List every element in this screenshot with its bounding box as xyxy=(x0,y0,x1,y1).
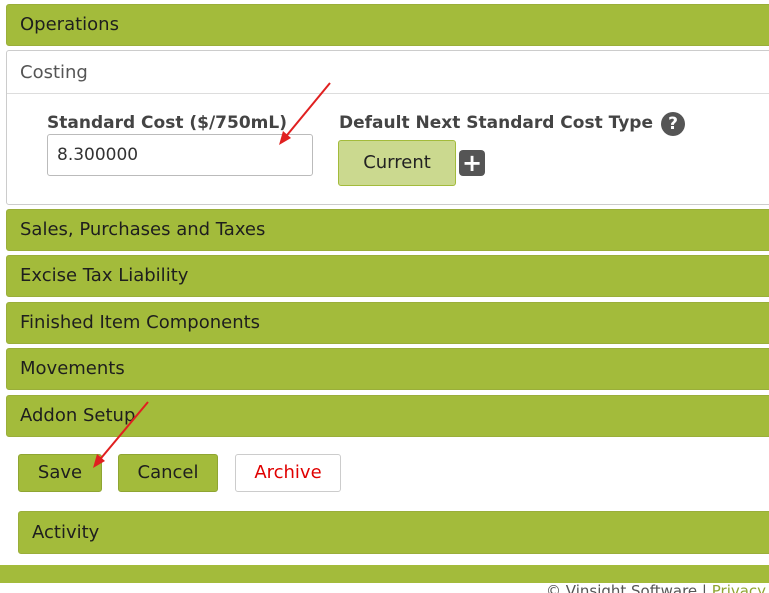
panel-finished-label: Finished Item Components xyxy=(20,312,261,333)
save-button[interactable]: Save xyxy=(18,454,102,492)
footer-copyright: © Vinsight Software | xyxy=(546,582,712,593)
panel-operations[interactable]: Operations xyxy=(6,4,769,46)
footer: © Vinsight Software | Privacy S xyxy=(546,582,769,593)
panel-addon-label: Addon Setup xyxy=(20,405,136,426)
panel-finished-item-components[interactable]: Finished Item Components xyxy=(6,302,769,344)
standard-cost-input[interactable] xyxy=(47,134,313,176)
standard-cost-label: Standard Cost ($/750mL) xyxy=(47,113,287,133)
panel-sales-label: Sales, Purchases and Taxes xyxy=(20,219,266,240)
panel-addon-setup[interactable]: Addon Setup xyxy=(6,395,769,437)
footer-bar xyxy=(0,565,769,583)
panel-excise-tax[interactable]: Excise Tax Liability xyxy=(6,255,769,297)
panel-excise-label: Excise Tax Liability xyxy=(20,265,189,286)
privacy-link[interactable]: Privacy S xyxy=(712,582,769,593)
panel-operations-label: Operations xyxy=(20,14,119,35)
panel-activity[interactable]: Activity xyxy=(18,511,769,554)
panel-sales-purchases-taxes[interactable]: Sales, Purchases and Taxes xyxy=(6,209,769,251)
current-cost-type-button[interactable]: Current xyxy=(338,140,456,186)
cancel-button[interactable]: Cancel xyxy=(118,454,218,492)
archive-button[interactable]: Archive xyxy=(235,454,341,492)
panel-movements[interactable]: Movements xyxy=(6,348,769,390)
panel-costing: Costing Standard Cost ($/750mL) Default … xyxy=(6,50,769,205)
plus-square-icon[interactable]: + xyxy=(459,150,485,176)
panel-activity-label: Activity xyxy=(32,522,100,543)
next-cost-type-label: Default Next Standard Cost Type xyxy=(339,113,653,133)
question-circle-icon[interactable]: ? xyxy=(661,112,685,136)
panel-movements-label: Movements xyxy=(20,358,125,379)
panel-costing-label: Costing xyxy=(20,62,88,83)
panel-costing-header[interactable]: Costing xyxy=(7,51,769,94)
page: Operations Costing Standard Cost ($/750m… xyxy=(0,0,769,593)
